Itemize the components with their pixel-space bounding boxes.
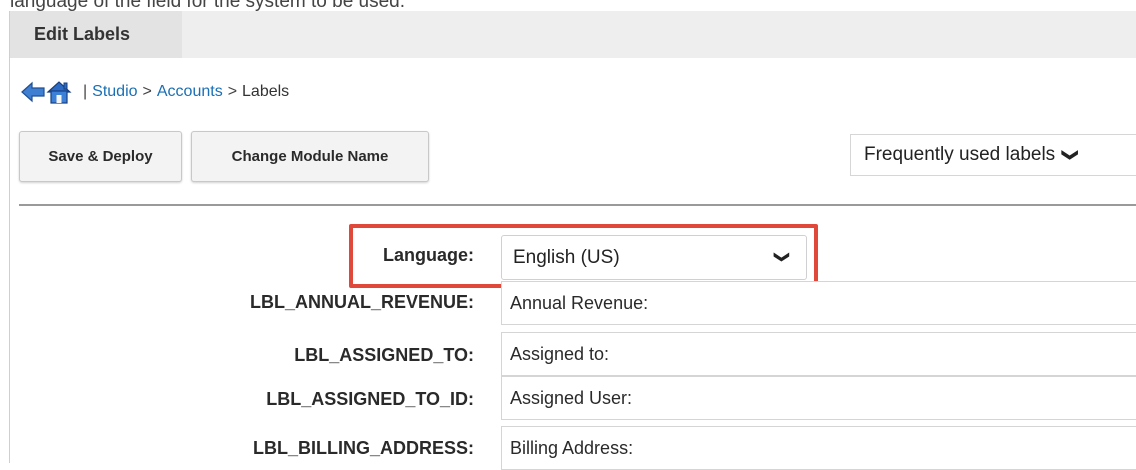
- label-value-text: Assigned to:: [510, 343, 610, 364]
- label-filter-select[interactable]: Frequently used labels ❯: [850, 134, 1136, 176]
- breadcrumb-arrow: >: [227, 83, 238, 100]
- language-select[interactable]: English (US) ❯: [501, 235, 807, 280]
- label-value-field[interactable]: Assigned to:: [501, 332, 1136, 376]
- chevron-down-icon: ❯: [1061, 148, 1079, 162]
- panel-left-border: [9, 11, 10, 463]
- breadcrumb-accounts-link[interactable]: Accounts: [157, 83, 223, 101]
- label-value-field[interactable]: Assigned User:: [501, 376, 1136, 420]
- breadcrumb-arrow: >: [142, 83, 152, 100]
- label-value-field[interactable]: Billing Address:: [501, 426, 1136, 470]
- label-value-text: Assigned User:: [510, 387, 633, 408]
- tab-edit-labels[interactable]: Edit Labels: [10, 11, 182, 58]
- label-key: LBL_ASSIGNED_TO:: [294, 345, 474, 365]
- save-deploy-button[interactable]: Save & Deploy: [19, 131, 182, 182]
- label-key: LBL_ANNUAL_REVENUE:: [249, 292, 474, 312]
- breadcrumb: | Studio > Accounts > Labels: [20, 79, 289, 105]
- divider: [19, 204, 1136, 206]
- home-icon[interactable]: [46, 79, 72, 105]
- label-value-field[interactable]: Annual Revenue:: [501, 281, 1136, 325]
- breadcrumb-separator: |: [83, 83, 88, 100]
- label-key: LBL_ASSIGNED_TO_ID:: [266, 389, 474, 409]
- tab-label: Edit Labels: [34, 24, 131, 44]
- breadcrumb-studio-link[interactable]: Studio: [92, 83, 137, 101]
- label-value-text: Annual Revenue:: [510, 292, 649, 313]
- language-label: Language:: [382, 245, 474, 265]
- back-arrow-icon[interactable]: [20, 80, 46, 104]
- breadcrumb-current: Labels: [242, 83, 290, 100]
- label-value-text: Billing Address:: [510, 437, 634, 458]
- label-filter-value: Frequently used labels: [864, 144, 1056, 165]
- chevron-down-icon: ❯: [773, 250, 791, 264]
- label-key: LBL_BILLING_ADDRESS:: [252, 438, 474, 458]
- language-selected-value: English (US): [513, 246, 620, 268]
- change-module-name-button[interactable]: Change Module Name: [191, 131, 429, 182]
